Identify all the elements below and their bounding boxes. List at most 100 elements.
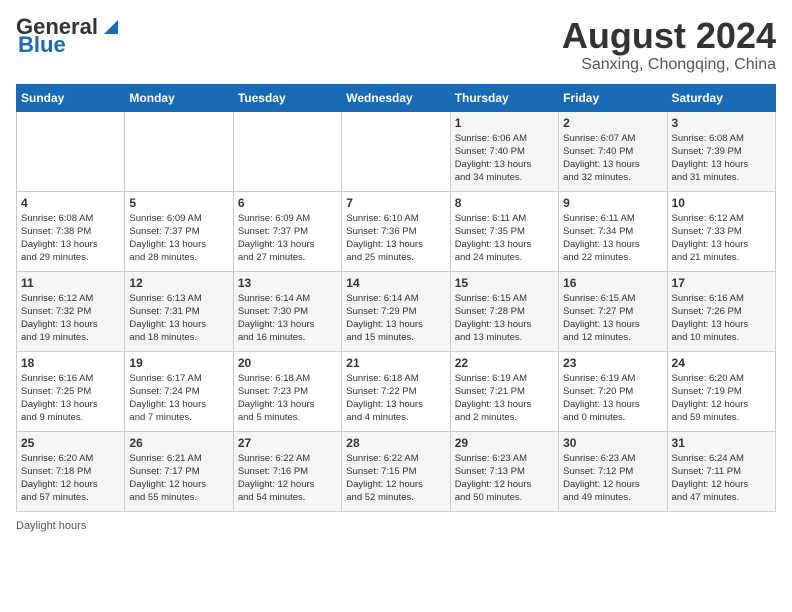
day-number: 5 bbox=[129, 196, 228, 210]
day-number: 31 bbox=[672, 436, 771, 450]
day-cell bbox=[17, 111, 125, 191]
day-headers-row: SundayMondayTuesdayWednesdayThursdayFrid… bbox=[17, 84, 776, 111]
day-number: 23 bbox=[563, 356, 662, 370]
day-info-text: Sunrise: 6:09 AM Sunset: 7:37 PM Dayligh… bbox=[129, 212, 228, 265]
day-info-text: Sunrise: 6:15 AM Sunset: 7:27 PM Dayligh… bbox=[563, 292, 662, 345]
day-cell bbox=[342, 111, 450, 191]
day-number: 24 bbox=[672, 356, 771, 370]
day-header-friday: Friday bbox=[559, 84, 667, 111]
day-cell: 10 Sunrise: 6:12 AM Sunset: 7:33 PM Dayli… bbox=[667, 191, 775, 271]
day-number: 17 bbox=[672, 276, 771, 290]
day-number: 10 bbox=[672, 196, 771, 210]
day-number: 29 bbox=[455, 436, 554, 450]
day-cell bbox=[233, 111, 341, 191]
day-number: 30 bbox=[563, 436, 662, 450]
day-number: 6 bbox=[238, 196, 337, 210]
page-header: General Blue August 2024 Sanxing, Chongq… bbox=[16, 16, 776, 74]
logo: General Blue bbox=[16, 16, 122, 56]
day-info-text: Sunrise: 6:08 AM Sunset: 7:39 PM Dayligh… bbox=[672, 132, 771, 185]
day-cell: 25Sunrise: 6:20 AM Sunset: 7:18 PM Dayli… bbox=[17, 431, 125, 511]
day-header-monday: Monday bbox=[125, 84, 233, 111]
day-number: 14 bbox=[346, 276, 445, 290]
day-header-saturday: Saturday bbox=[667, 84, 775, 111]
day-number: 1 bbox=[455, 116, 554, 130]
daylight-hours-label: Daylight hours bbox=[16, 520, 86, 532]
day-cell: 1 Sunrise: 6:06 AM Sunset: 7:40 PM Daylig… bbox=[450, 111, 558, 191]
day-info-text: Sunrise: 6:11 AM Sunset: 7:35 PM Dayligh… bbox=[455, 212, 554, 265]
day-cell: 16Sunrise: 6:15 AM Sunset: 7:27 PM Dayli… bbox=[559, 271, 667, 351]
day-cell: 31 Sunrise: 6:24 AM Sunset: 7:11 PM Dayli… bbox=[667, 431, 775, 511]
day-info-text: Sunrise: 6:19 AM Sunset: 7:21 PM Dayligh… bbox=[455, 372, 554, 425]
day-cell: 18 Sunrise: 6:16 AM Sunset: 7:25 PM Dayli… bbox=[17, 351, 125, 431]
day-cell: 15 Sunrise: 6:15 AM Sunset: 7:28 PM Dayli… bbox=[450, 271, 558, 351]
day-info-text: Sunrise: 6:16 AM Sunset: 7:25 PM Dayligh… bbox=[21, 372, 120, 425]
day-cell: 14 Sunrise: 6:14 AM Sunset: 7:29 PM Dayli… bbox=[342, 271, 450, 351]
day-cell: 17 Sunrise: 6:16 AM Sunset: 7:26 PM Dayli… bbox=[667, 271, 775, 351]
day-cell: 3 Sunrise: 6:08 AM Sunset: 7:39 PM Daylig… bbox=[667, 111, 775, 191]
day-number: 21 bbox=[346, 356, 445, 370]
day-number: 11 bbox=[21, 276, 120, 290]
day-number: 22 bbox=[455, 356, 554, 370]
day-info-text: Sunrise: 6:17 AM Sunset: 7:24 PM Dayligh… bbox=[129, 372, 228, 425]
week-row-1: 1 Sunrise: 6:06 AM Sunset: 7:40 PM Daylig… bbox=[17, 111, 776, 191]
month-year-title: August 2024 bbox=[562, 16, 776, 56]
day-info-text: Sunrise: 6:24 AM Sunset: 7:11 PM Dayligh… bbox=[672, 452, 771, 505]
day-info-text: Sunrise: 6:20 AM Sunset: 7:19 PM Dayligh… bbox=[672, 372, 771, 425]
footer: Daylight hours bbox=[16, 520, 776, 532]
day-number: 2 bbox=[563, 116, 662, 130]
week-row-3: 11 Sunrise: 6:12 AM Sunset: 7:32 PM Dayli… bbox=[17, 271, 776, 351]
day-number: 15 bbox=[455, 276, 554, 290]
day-number: 13 bbox=[238, 276, 337, 290]
day-info-text: Sunrise: 6:22 AM Sunset: 7:15 PM Dayligh… bbox=[346, 452, 445, 505]
day-info-text: Sunrise: 6:15 AM Sunset: 7:28 PM Dayligh… bbox=[455, 292, 554, 345]
week-row-5: 25Sunrise: 6:20 AM Sunset: 7:18 PM Dayli… bbox=[17, 431, 776, 511]
day-cell: 24 Sunrise: 6:20 AM Sunset: 7:19 PM Dayli… bbox=[667, 351, 775, 431]
day-cell: 4Sunrise: 6:08 AM Sunset: 7:38 PM Daylig… bbox=[17, 191, 125, 271]
day-header-sunday: Sunday bbox=[17, 84, 125, 111]
day-info-text: Sunrise: 6:08 AM Sunset: 7:38 PM Dayligh… bbox=[21, 212, 120, 265]
location-subtitle: Sanxing, Chongqing, China bbox=[562, 56, 776, 74]
day-cell: 7Sunrise: 6:10 AM Sunset: 7:36 PM Daylig… bbox=[342, 191, 450, 271]
day-cell: 30 Sunrise: 6:23 AM Sunset: 7:12 PM Dayli… bbox=[559, 431, 667, 511]
day-number: 19 bbox=[129, 356, 228, 370]
day-cell: 6Sunrise: 6:09 AM Sunset: 7:37 PM Daylig… bbox=[233, 191, 341, 271]
day-info-text: Sunrise: 6:20 AM Sunset: 7:18 PM Dayligh… bbox=[21, 452, 120, 505]
day-cell: 28Sunrise: 6:22 AM Sunset: 7:15 PM Dayli… bbox=[342, 431, 450, 511]
day-info-text: Sunrise: 6:23 AM Sunset: 7:12 PM Dayligh… bbox=[563, 452, 662, 505]
week-row-2: 4Sunrise: 6:08 AM Sunset: 7:38 PM Daylig… bbox=[17, 191, 776, 271]
day-number: 3 bbox=[672, 116, 771, 130]
day-info-text: Sunrise: 6:14 AM Sunset: 7:29 PM Dayligh… bbox=[346, 292, 445, 345]
day-info-text: Sunrise: 6:16 AM Sunset: 7:26 PM Dayligh… bbox=[672, 292, 771, 345]
calendar-table: SundayMondayTuesdayWednesdayThursdayFrid… bbox=[16, 84, 776, 512]
day-header-tuesday: Tuesday bbox=[233, 84, 341, 111]
day-info-text: Sunrise: 6:21 AM Sunset: 7:17 PM Dayligh… bbox=[129, 452, 228, 505]
day-cell: 21 Sunrise: 6:18 AM Sunset: 7:22 PM Dayli… bbox=[342, 351, 450, 431]
day-cell: 5 Sunrise: 6:09 AM Sunset: 7:37 PM Daylig… bbox=[125, 191, 233, 271]
day-info-text: Sunrise: 6:07 AM Sunset: 7:40 PM Dayligh… bbox=[563, 132, 662, 185]
day-info-text: Sunrise: 6:12 AM Sunset: 7:32 PM Dayligh… bbox=[21, 292, 120, 345]
logo-blue-text: Blue bbox=[18, 34, 66, 56]
day-info-text: Sunrise: 6:18 AM Sunset: 7:22 PM Dayligh… bbox=[346, 372, 445, 425]
week-row-4: 18 Sunrise: 6:16 AM Sunset: 7:25 PM Dayli… bbox=[17, 351, 776, 431]
day-info-text: Sunrise: 6:11 AM Sunset: 7:34 PM Dayligh… bbox=[563, 212, 662, 265]
day-header-thursday: Thursday bbox=[450, 84, 558, 111]
day-number: 27 bbox=[238, 436, 337, 450]
day-cell: 9 Sunrise: 6:11 AM Sunset: 7:34 PM Daylig… bbox=[559, 191, 667, 271]
day-info-text: Sunrise: 6:06 AM Sunset: 7:40 PM Dayligh… bbox=[455, 132, 554, 185]
day-info-text: Sunrise: 6:14 AM Sunset: 7:30 PM Dayligh… bbox=[238, 292, 337, 345]
day-cell: 8Sunrise: 6:11 AM Sunset: 7:35 PM Daylig… bbox=[450, 191, 558, 271]
day-number: 7 bbox=[346, 196, 445, 210]
day-number: 18 bbox=[21, 356, 120, 370]
day-info-text: Sunrise: 6:23 AM Sunset: 7:13 PM Dayligh… bbox=[455, 452, 554, 505]
day-info-text: Sunrise: 6:19 AM Sunset: 7:20 PM Dayligh… bbox=[563, 372, 662, 425]
day-cell: 29 Sunrise: 6:23 AM Sunset: 7:13 PM Dayli… bbox=[450, 431, 558, 511]
day-number: 9 bbox=[563, 196, 662, 210]
day-cell: 23 Sunrise: 6:19 AM Sunset: 7:20 PM Dayli… bbox=[559, 351, 667, 431]
logo-triangle-icon bbox=[100, 16, 122, 38]
day-number: 20 bbox=[238, 356, 337, 370]
day-cell: 13 Sunrise: 6:14 AM Sunset: 7:30 PM Dayli… bbox=[233, 271, 341, 351]
day-cell: 26Sunrise: 6:21 AM Sunset: 7:17 PM Dayli… bbox=[125, 431, 233, 511]
day-info-text: Sunrise: 6:12 AM Sunset: 7:33 PM Dayligh… bbox=[672, 212, 771, 265]
day-cell: 27Sunrise: 6:22 AM Sunset: 7:16 PM Dayli… bbox=[233, 431, 341, 511]
day-cell: 12Sunrise: 6:13 AM Sunset: 7:31 PM Dayli… bbox=[125, 271, 233, 351]
